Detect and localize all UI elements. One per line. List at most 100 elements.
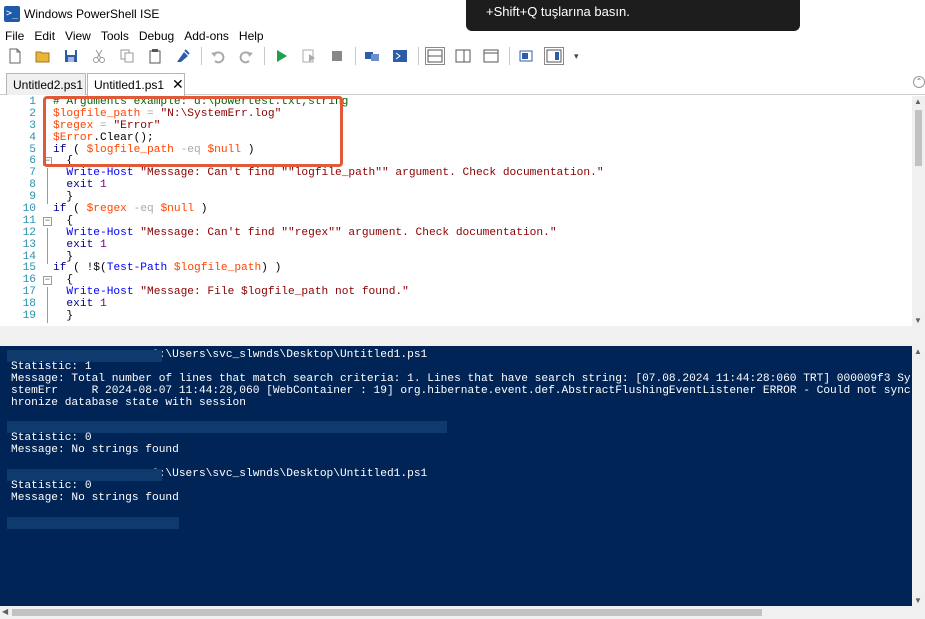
- menu-debug[interactable]: Debug: [134, 28, 179, 44]
- save-icon[interactable]: [61, 46, 81, 66]
- show-script-pane-top-icon[interactable]: [425, 47, 445, 65]
- code-token: ) ): [261, 262, 282, 275]
- menu-edit[interactable]: Edit: [29, 28, 60, 44]
- fold-toggle-icon[interactable]: −: [43, 216, 52, 226]
- code-token: -eq: [173, 143, 208, 156]
- code-line: 13 exit 1: [0, 238, 912, 252]
- paste-icon[interactable]: [145, 46, 165, 66]
- console-vertical-scrollbar[interactable]: ▲ ▼: [912, 346, 925, 606]
- menu-view[interactable]: View: [60, 28, 96, 44]
- line-number: 12: [22, 226, 36, 239]
- scroll-down-icon[interactable]: ▼: [914, 596, 922, 605]
- code-line: 8 exit 1: [0, 179, 912, 193]
- run-script-icon[interactable]: [271, 46, 291, 66]
- fold-toggle-icon[interactable]: −: [43, 276, 52, 286]
- editor-scroll-thumb[interactable]: [915, 110, 922, 166]
- undo-icon[interactable]: [208, 46, 228, 66]
- close-tab-icon[interactable]: ✕: [172, 76, 184, 92]
- console-horizontal-scrollbar[interactable]: ◀: [0, 606, 912, 619]
- code-token: $logfile_path: [86, 143, 174, 156]
- code-token: Write-Host: [53, 286, 134, 299]
- redo-icon[interactable]: [236, 46, 256, 66]
- collapse-pane-icon[interactable]: ⌃: [913, 76, 925, 88]
- scroll-down-icon[interactable]: ▼: [914, 316, 922, 325]
- script-editor[interactable]: 1 # Arguments example: d:\powertest.txt,s…: [0, 96, 925, 326]
- fold-guide: [47, 251, 48, 264]
- line-number: 3: [29, 119, 36, 132]
- show-command-addon-icon[interactable]: [544, 47, 564, 65]
- scroll-left-icon[interactable]: ◀: [2, 607, 8, 616]
- show-script-pane-maximized-icon[interactable]: [481, 46, 501, 66]
- console-pane[interactable]: C:\Users\svc_slwnds\Desktop\Untitled1.ps…: [0, 346, 925, 606]
- code-line: 19 }: [0, 310, 912, 324]
- console-line: Message: No strings found: [11, 491, 911, 505]
- scroll-up-icon[interactable]: ▲: [914, 97, 922, 106]
- code-line: 10 if ( $regex -eq $null ): [0, 203, 912, 216]
- powershell-console-icon[interactable]: [390, 46, 410, 66]
- line-number: 13: [22, 238, 36, 251]
- code-token: (: [66, 143, 87, 156]
- code-token: }: [53, 191, 74, 204]
- menu-file[interactable]: File: [0, 28, 29, 44]
- code-token: $regex: [86, 203, 127, 216]
- menu-addons[interactable]: Add-ons: [179, 28, 234, 44]
- code-token: ): [194, 203, 208, 216]
- editor-lines: 1 # Arguments example: d:\powertest.txt,s…: [0, 96, 912, 324]
- code-token: $null: [207, 143, 242, 156]
- line-number: 4: [29, 131, 36, 144]
- code-token: }: [53, 250, 74, 263]
- tab-untitled1[interactable]: Untitled1.ps1 ✕: [87, 73, 185, 96]
- copy-icon[interactable]: [117, 46, 137, 66]
- redacted-block: [7, 516, 179, 529]
- code-token: $regex: [53, 119, 94, 132]
- clear-console-icon[interactable]: [173, 46, 193, 66]
- fold-guide: [47, 227, 48, 240]
- code-token: 1: [93, 298, 107, 311]
- show-command-window-icon[interactable]: [516, 46, 536, 66]
- scroll-up-icon[interactable]: ▲: [914, 347, 922, 356]
- code-text: }: [53, 310, 74, 323]
- show-script-pane-right-icon[interactable]: [453, 46, 473, 66]
- code-token: $logfile_path: [53, 107, 141, 120]
- tab-untitled2[interactable]: Untitled2.ps1: [6, 73, 86, 95]
- open-file-icon[interactable]: [33, 46, 53, 66]
- editor-vertical-scrollbar[interactable]: ▲ ▼: [912, 96, 925, 326]
- fold-toggle-icon[interactable]: −: [43, 157, 52, 167]
- fold-guide: [47, 287, 48, 300]
- powershell-ise-icon: >_: [4, 6, 20, 22]
- menu-tools[interactable]: Tools: [96, 28, 134, 44]
- code-token: if: [53, 262, 67, 275]
- stop-icon[interactable]: [327, 46, 347, 66]
- code-token: =: [140, 107, 161, 120]
- line-number: 19: [22, 310, 36, 323]
- console-scroll-thumb[interactable]: [12, 609, 762, 616]
- code-line: 17 Write-Host "Message: File $logfile_pa…: [0, 286, 912, 300]
- toolbar-separator: [418, 47, 419, 65]
- menu-help[interactable]: Help: [234, 28, 269, 44]
- cut-icon[interactable]: [89, 46, 109, 66]
- code-line: 18 exit 1: [0, 298, 912, 312]
- code-token: Write-Host: [53, 167, 134, 180]
- code-token: $null: [160, 203, 195, 216]
- notification-toast: +Shift+Q tuşlarına basın.: [466, 0, 800, 31]
- window-title: Windows PowerShell ISE: [24, 7, 160, 21]
- remote-powershell-icon[interactable]: [362, 46, 382, 66]
- pane-splitter[interactable]: [0, 326, 925, 346]
- code-token: Test-Path: [106, 262, 168, 275]
- code-token: }: [53, 310, 74, 323]
- code-token: exit: [53, 179, 94, 192]
- console-text: Statistic: 0: [11, 432, 92, 445]
- console-text: Message: No strings found: [11, 491, 179, 504]
- code-text: if ( $regex -eq $null ): [53, 203, 208, 216]
- code-token: 1: [93, 179, 107, 192]
- run-selection-icon[interactable]: [299, 46, 319, 66]
- fold-guide: [47, 311, 48, 324]
- line-number: 2: [29, 107, 36, 120]
- new-file-icon[interactable]: [5, 46, 25, 66]
- toolbar: ▾: [0, 44, 925, 68]
- toolbar-overflow-icon[interactable]: ▾: [574, 51, 579, 62]
- code-token: -eq: [126, 203, 161, 216]
- code-token: $Error: [53, 131, 94, 144]
- toast-text: +Shift+Q tuşlarına basın.: [486, 4, 630, 19]
